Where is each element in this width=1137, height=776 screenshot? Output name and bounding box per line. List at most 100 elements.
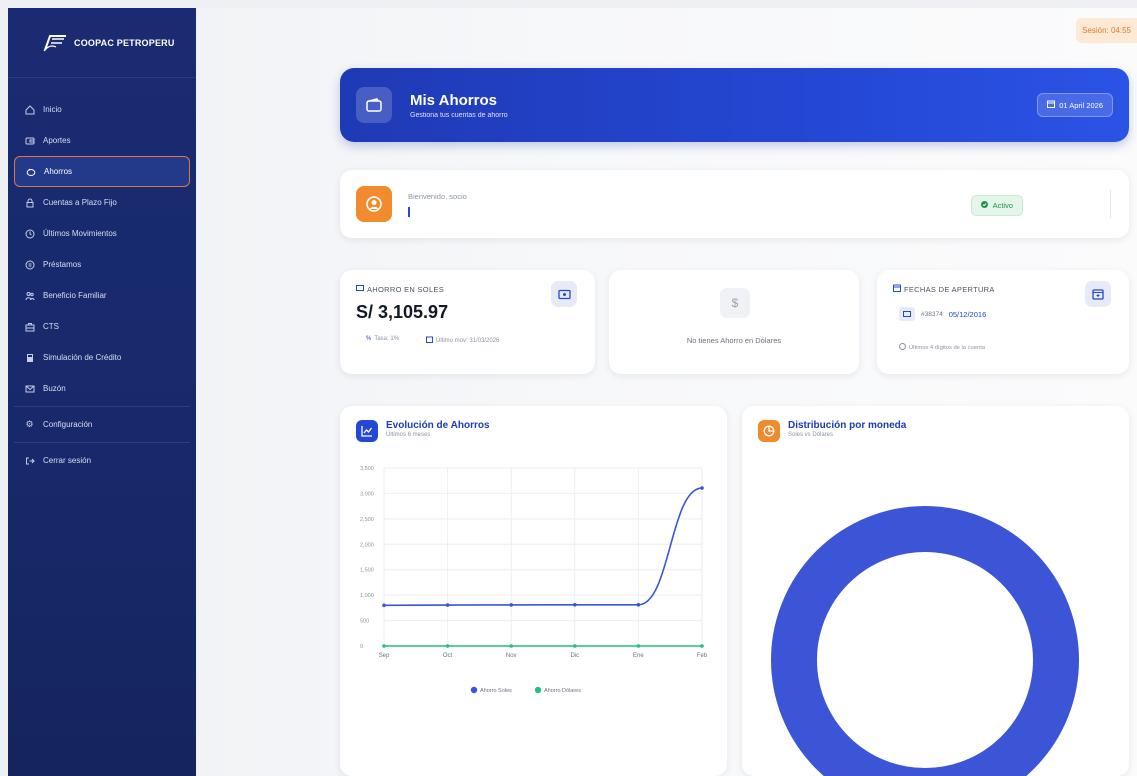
logo-text: COOPAC PETROPERU [74, 37, 175, 48]
data-point [445, 644, 450, 648]
data-point [636, 644, 641, 648]
page-title: Mis Ahorros [410, 91, 497, 109]
family-icon [24, 290, 35, 301]
mailbox-icon [24, 383, 35, 394]
main-content: Sesión: 04:55 Mis Ahorros Gestiona tus c… [196, 8, 1137, 776]
opening-card-header: FECHAS DE APERTURA [893, 284, 995, 294]
sidebar-item-beneficio[interactable]: Beneficio Familiar [14, 280, 190, 311]
money-icon[interactable] [551, 281, 577, 307]
sidebar-item-plazo-fijo[interactable]: Cuentas a Plazo Fijo [14, 187, 190, 218]
status-badge: Activo [970, 195, 1023, 216]
sidebar-item-aportes[interactable]: Aportes [14, 125, 190, 156]
soles-savings-card: AHORRO EN SOLES S/ 3,105.97 % Tasa: 1% Ú… [340, 270, 595, 374]
legend-label: Ahorro Dólares [544, 688, 581, 694]
pie-chart-icon [758, 420, 780, 442]
sidebar-item-buzon[interactable]: Buzón [14, 373, 190, 404]
data-point [382, 603, 386, 608]
logout-icon [24, 455, 35, 466]
page-subtitle: Gestiona tus cuentas de ahorro [410, 111, 508, 119]
account-number: #38374 [921, 310, 943, 318]
distribution-subtitle: Soles vs Dólares [788, 432, 834, 438]
data-point [573, 603, 577, 607]
wallet-icon [356, 87, 392, 123]
card-icon [899, 307, 915, 321]
last-move-info: Último mov: 31/03/2026 [426, 336, 499, 345]
sidebar-item-configuracion[interactable]: ⚙ Configuración [14, 409, 190, 440]
data-point [700, 644, 704, 648]
currency-donut-chart[interactable] [742, 460, 1129, 776]
data-point [445, 603, 450, 607]
y-tick-label: 0 [360, 644, 363, 650]
hint-text: Últimos 4 dígitos de la cuenta [909, 344, 986, 351]
sidebar-item-label: Últimos Movimientos [43, 229, 117, 238]
rate-label: Tasa: 1% [374, 336, 400, 342]
donut-slice-soles [771, 506, 1079, 776]
percent-icon: % [366, 336, 372, 342]
info-icon [899, 343, 906, 352]
soles-card-header: AHORRO EN SOLES [356, 284, 444, 294]
x-tick-label: Sep [379, 653, 390, 659]
x-tick-label: Oct [443, 653, 453, 659]
sidebar-item-simulacion[interactable]: Simulación de Crédito [14, 342, 190, 373]
opening-date: 05/12/2016 [948, 309, 987, 319]
sidebar-item-label: Buzón [43, 384, 66, 393]
evolution-subtitle: Últimos 6 meses [386, 432, 431, 438]
x-tick-label: Ene [633, 653, 644, 659]
cash-icon [356, 284, 364, 294]
distribution-header: Distribución por moneda Soles vs Dólares [758, 420, 906, 442]
opening-card-title: FECHAS DE APERTURA [904, 284, 995, 294]
sidebar-item-cts[interactable]: CTS [14, 311, 190, 342]
divider [1110, 190, 1111, 218]
savings-line-chart[interactable]: 0 500 1,000 1,500 2,000 2,500 3,000 3,500 Sep Oct… [340, 458, 727, 768]
piggy-bank-icon [25, 166, 36, 177]
data-point [636, 603, 641, 607]
sidebar-item-inicio[interactable]: Inicio [14, 94, 190, 125]
sidebar-item-prestamos[interactable]: Préstamos [14, 249, 190, 280]
calendar-plus-icon[interactable] [1085, 281, 1111, 307]
sidebar-divider [14, 442, 190, 443]
account-hint: Últimos 4 dígitos de la cuenta [899, 343, 985, 352]
rate-info: % Tasa: 1% [366, 336, 399, 342]
sidebar: COOPAC PETROPERU Inicio Aportes Ahorros … [8, 8, 196, 776]
sidebar-item-label: Inicio [43, 105, 62, 114]
wallet-icon [24, 135, 35, 146]
sidebar-item-movimientos[interactable]: Últimos Movimientos [14, 218, 190, 249]
currency-distribution-card: Distribución por moneda Soles vs Dólares [742, 406, 1129, 776]
sidebar-nav: Inicio Aportes Ahorros Cuentas a Plazo F… [8, 78, 196, 476]
y-tick-label: 2,500 [360, 517, 374, 523]
x-tick-label: Dic [570, 653, 579, 659]
data-point [509, 644, 513, 648]
dollar-icon: $ [720, 288, 750, 318]
dollars-savings-card: $ No tienes Ahorro en Dólares [609, 270, 859, 374]
clock-icon [24, 228, 35, 239]
y-tick-label: 500 [360, 619, 369, 625]
sidebar-item-label: Cuentas a Plazo Fijo [43, 198, 117, 207]
avatar [356, 186, 392, 222]
series-line-soles [383, 487, 703, 607]
savings-evolution-card: Evolución de Ahorros Últimos 6 meses 0 50… [340, 406, 727, 776]
sidebar-item-ahorros[interactable]: Ahorros [14, 156, 190, 187]
logo[interactable]: COOPAC PETROPERU [8, 8, 196, 78]
calculator-icon [24, 352, 35, 363]
x-tick-label: Nov [506, 653, 517, 659]
welcome-label: Bienvenido, socio [408, 191, 467, 201]
data-point [382, 644, 386, 648]
session-timer: Sesión: 04:55 [1076, 18, 1137, 43]
lock-icon [24, 197, 35, 208]
y-tick-label: 3,000 [360, 491, 374, 497]
sidebar-item-label: Configuración [43, 420, 93, 429]
sidebar-divider [14, 406, 190, 407]
data-point [700, 486, 704, 490]
y-tick-label: 3,500 [360, 466, 374, 472]
sidebar-item-label: Aportes [43, 136, 71, 145]
sidebar-item-label: Ahorros [44, 167, 73, 176]
date-badge: 01 April 2026 [1037, 93, 1113, 117]
check-circle-icon [980, 201, 988, 210]
briefcase-icon [24, 321, 35, 332]
x-tick-label: Feb [697, 653, 708, 659]
legend-marker [470, 686, 478, 694]
sidebar-item-cerrar-sesion[interactable]: Cerrar sesión [14, 445, 190, 476]
calendar-icon [893, 284, 901, 294]
sidebar-item-label: Simulación de Crédito [43, 353, 122, 362]
sidebar-item-label: Beneficio Familiar [43, 291, 107, 300]
